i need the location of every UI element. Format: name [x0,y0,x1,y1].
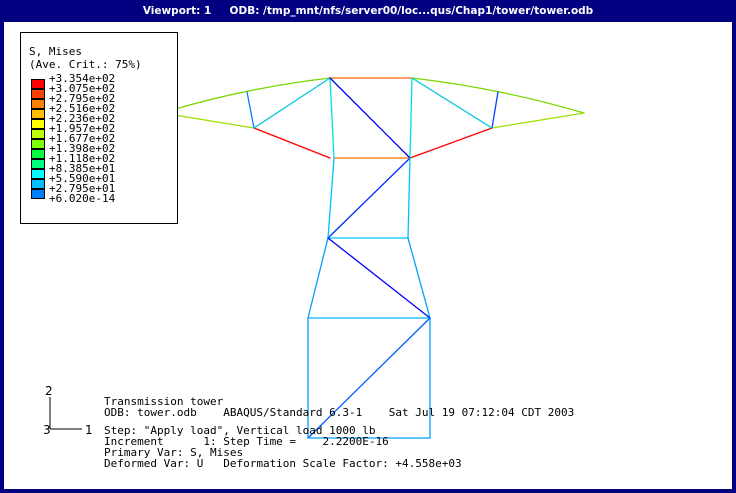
viewport-label: Viewport: 1 [142,5,212,17]
triad-x-label: 1 [85,423,93,437]
legend-swatch [31,119,45,129]
legend-value: +6.020e-14 [49,192,116,205]
odb-path: ODB: /tmp_mnt/nfs/server00/loc...qus/Cha… [229,5,594,17]
legend-swatch [31,179,45,189]
legend-swatch [31,89,45,99]
arm-member [253,77,331,129]
legend-swatch [31,159,45,169]
arm-top-chord-left [161,77,331,114]
tower-member [407,157,411,239]
legend-subtitle: (Ave. Crit.: 75%) [29,58,142,71]
legend-swatch [31,99,45,109]
arm-member [491,91,499,129]
legend-swatch [31,139,45,149]
viewport-title-bar[interactable]: Viewport: 1 ODB: /tmp_mnt/nfs/server00/l… [0,0,736,22]
tower-member [409,77,413,159]
arm-member [246,91,255,129]
model-info-block: Transmission tower ODB: tower.odb ABAQUS… [104,396,574,469]
triad-y-label: 2 [45,384,53,398]
legend-swatch [31,109,45,119]
arm-member [409,127,493,159]
tower-member [327,157,335,239]
legend-swatch [31,149,45,159]
axis-triad-icon: 2 1 3 [43,384,93,437]
arm-member [253,127,331,159]
legend-swatch [31,129,45,139]
contour-legend[interactable]: S, Mises (Ave. Crit.: 75%) +3.354e+02 +3… [20,32,178,224]
tower-member [327,157,411,239]
legend-swatch [31,189,45,199]
legend-swatch [31,79,45,89]
viewer-window: Viewport: 1 ODB: /tmp_mnt/nfs/server00/l… [0,0,736,493]
arm-member [411,77,493,129]
arm-bottom-chord-right [491,112,585,129]
tower-member [327,237,431,319]
tower-member [329,77,411,159]
legend-title: S, Mises [29,45,82,58]
tower-member [407,237,431,319]
tower-member [329,77,335,159]
odb-info: ODB: tower.odb ABAQUS/Standard 6.3-1 Sat… [104,406,575,419]
tower-member [307,237,329,319]
viewport-canvas[interactable]: S, Mises (Ave. Crit.: 75%) +3.354e+02 +3… [4,22,732,489]
legend-swatch [31,169,45,179]
triad-z-label: 3 [43,423,51,437]
deformed-var: Deformed Var: U Deformation Scale Factor… [104,457,462,470]
